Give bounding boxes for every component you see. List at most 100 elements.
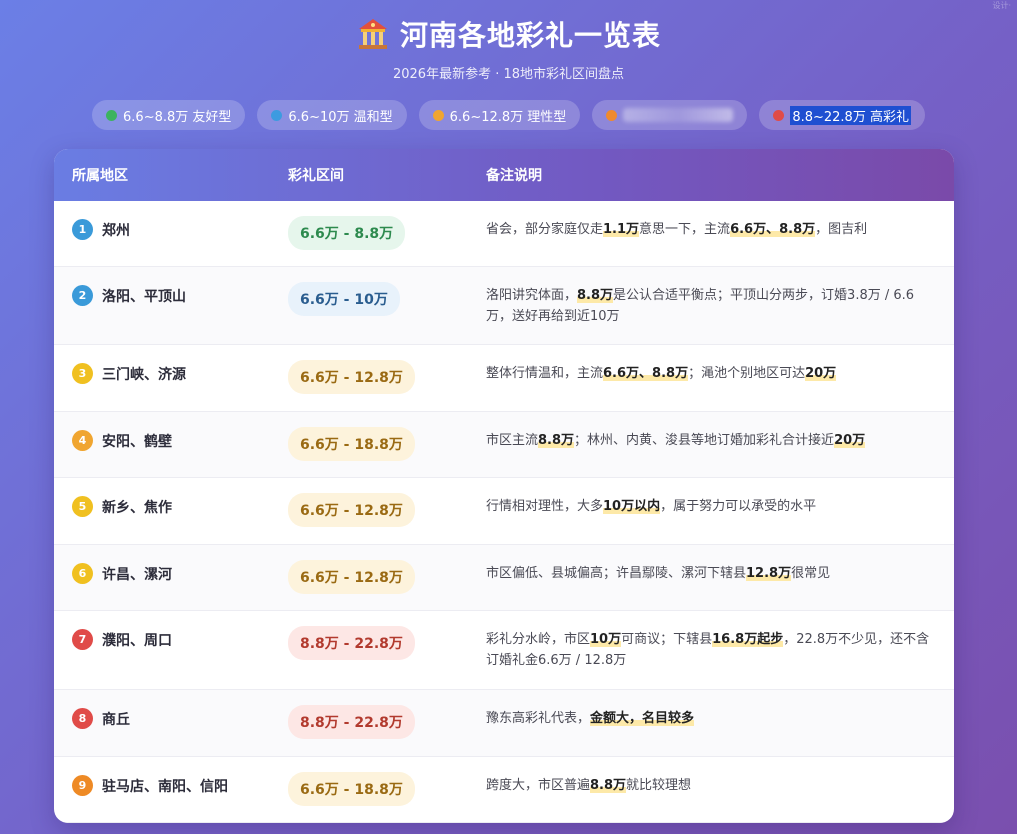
- legend: 6.6~8.8万 友好型 6.6~10万 温和型 6.6~12.8万 理性型 8.8~…: [0, 100, 1017, 130]
- note-highlight: 6.6万、8.8万: [603, 366, 689, 381]
- row-number-badge: 5: [72, 496, 93, 517]
- range-cell: 6.6万 - 8.8万: [270, 201, 468, 250]
- legend-item: 6.6~12.8万 理性型: [418, 100, 581, 130]
- range-badge: 6.6万 - 12.8万: [288, 360, 415, 394]
- page-title-row: 河南各地彩礼一览表: [356, 14, 661, 54]
- table-row: 7 濮阳、周口 8.8万 - 22.8万 彩礼分水岭，市区10万可商议；下辖县16.8…: [54, 611, 954, 690]
- note-text: 彩礼分水岭，市区10万可商议；下辖县16.8万起步，22.8万不少见，还不含订婚…: [486, 629, 936, 671]
- region-name: 新乡、焦作: [102, 499, 172, 516]
- note-cell: 豫东高彩礼代表，金额大，名目较多: [468, 690, 954, 729]
- region-cell: 7 濮阳、周口: [54, 611, 270, 650]
- note-cell: 市区偏低、县城偏高；许昌鄢陵、漯河下辖县12.8万很常见: [468, 545, 954, 584]
- region: 1 郑州: [72, 219, 270, 240]
- table-row: 1 郑州 6.6万 - 8.8万 省会，部分家庭仅走1.1万意思一下，主流6.6万、8…: [54, 201, 954, 267]
- note-segment: 省会，部分家庭仅走: [486, 222, 604, 237]
- region: 7 濮阳、周口: [72, 629, 270, 650]
- note-highlight: 8.8万: [590, 778, 627, 793]
- region: 9 驻马店、南阳、信阳: [72, 775, 270, 796]
- table-header: 所属地区 彩礼区间 备注说明: [54, 149, 954, 201]
- note-cell: 行情相对理性，大多10万以内，属于努力可以承受的水平: [468, 478, 954, 517]
- row-number-badge: 1: [72, 219, 93, 240]
- note-segment: 很常见: [791, 566, 831, 581]
- note-cell: 跨度大，市区普遍8.8万就比较理想: [468, 757, 954, 796]
- note-highlight: 6.6万、8.8万: [730, 222, 816, 237]
- note-highlight: 20万: [805, 366, 837, 381]
- note-segment: 豫东高彩礼代表，: [486, 711, 591, 726]
- row-number-badge: 4: [72, 430, 93, 451]
- table-row: 8 商丘 8.8万 - 22.8万 豫东高彩礼代表，金额大，名目较多: [54, 690, 954, 757]
- note-highlight: 10万以内: [603, 499, 661, 514]
- range-cell: 6.6万 - 10万: [270, 267, 468, 316]
- note-highlight: 金额大，名目较多: [590, 711, 695, 726]
- page-header: 河南各地彩礼一览表 2026年最新参考 · 18地市彩礼区间盘点: [0, 0, 1017, 82]
- note-segment: 行情相对理性，大多: [486, 499, 604, 514]
- note-highlight: 16.8万起步: [712, 632, 784, 647]
- region-name: 安阳、鹤壁: [102, 433, 172, 450]
- note-highlight: 8.8万: [577, 288, 614, 303]
- legend-dot-icon: [606, 109, 618, 121]
- note-segment: ；渑池个别地区可达: [688, 366, 806, 381]
- row-number-badge: 3: [72, 363, 93, 384]
- range-badge: 6.6万 - 18.8万: [288, 772, 415, 806]
- range-badge: 6.6万 - 12.8万: [288, 560, 415, 594]
- legend-item: 6.6~10万 温和型: [257, 100, 407, 130]
- region-name: 濮阳、周口: [102, 632, 172, 649]
- region-name: 驻马店、南阳、信阳: [102, 778, 228, 795]
- legend-label: 6.6~12.8万 理性型: [449, 109, 567, 125]
- note-text: 行情相对理性，大多10万以内，属于努力可以承受的水平: [486, 496, 936, 517]
- note-highlight: 8.8万: [538, 433, 575, 448]
- legend-dot-icon: [773, 109, 785, 121]
- region: 4 安阳、鹤壁: [72, 430, 270, 451]
- note-segment: 整体行情温和，主流: [486, 366, 604, 381]
- legend-label: [623, 108, 734, 122]
- note-segment: 市区偏低、县城偏高；许昌鄢陵、漯河下辖县: [486, 566, 747, 581]
- note-segment: 跨度大，市区普遍: [486, 778, 591, 793]
- legend-label: 8.8~22.8万 高彩礼: [790, 105, 911, 125]
- table-body: 1 郑州 6.6万 - 8.8万 省会，部分家庭仅走1.1万意思一下，主流6.6万、8…: [54, 201, 954, 823]
- note-text: 市区偏低、县城偏高；许昌鄢陵、漯河下辖县12.8万很常见: [486, 563, 936, 584]
- table-row: 9 驻马店、南阳、信阳 6.6万 - 18.8万 跨度大，市区普遍8.8万就比较理想: [54, 757, 954, 823]
- range-cell: 6.6万 - 18.8万: [270, 757, 468, 806]
- note-highlight: 20万: [834, 433, 866, 448]
- range-cell: 6.6万 - 12.8万: [270, 545, 468, 594]
- region-name: 三门峡、济源: [102, 366, 186, 383]
- range-cell: 6.6万 - 12.8万: [270, 478, 468, 527]
- legend-item: [592, 100, 748, 130]
- table-row: 4 安阳、鹤壁 6.6万 - 18.8万 市区主流8.8万；林州、内黄、浚县等地订婚加…: [54, 412, 954, 478]
- note-cell: 整体行情温和，主流6.6万、8.8万；渑池个别地区可达20万: [468, 345, 954, 384]
- region-cell: 9 驻马店、南阳、信阳: [54, 757, 270, 796]
- region-name: 洛阳、平顶山: [102, 288, 186, 305]
- note-segment: 就比较理想: [626, 778, 692, 793]
- range-cell: 6.6万 - 18.8万: [270, 412, 468, 461]
- header-note: 备注说明: [486, 168, 542, 184]
- legend-item: 8.8~22.8万 高彩礼: [759, 100, 925, 130]
- note-text: 跨度大，市区普遍8.8万就比较理想: [486, 775, 936, 796]
- range-cell: 8.8万 - 22.8万: [270, 690, 468, 739]
- note-segment: 彩礼分水岭，市区: [486, 632, 591, 647]
- region: 3 三门峡、济源: [72, 363, 270, 384]
- note-cell: 省会，部分家庭仅走1.1万意思一下，主流6.6万、8.8万，图吉利: [468, 201, 954, 240]
- row-number-badge: 7: [72, 629, 93, 650]
- legend-dot-icon: [432, 109, 444, 121]
- table-row: 3 三门峡、济源 6.6万 - 12.8万 整体行情温和，主流6.6万、8.8万；渑池…: [54, 345, 954, 412]
- note-text: 洛阳讲究体面，8.8万是公认合适平衡点；平顶山分两步，订婚3.8万 / 6.6万…: [486, 285, 936, 327]
- header-region: 所属地区: [72, 168, 128, 184]
- region-cell: 4 安阳、鹤壁: [54, 412, 270, 451]
- region-name: 商丘: [102, 711, 130, 728]
- region-cell: 3 三门峡、济源: [54, 345, 270, 384]
- range-badge: 8.8万 - 22.8万: [288, 705, 415, 739]
- note-segment: ；林州、内黄、浚县等地订婚加彩礼合计接近: [574, 433, 835, 448]
- row-number-badge: 9: [72, 775, 93, 796]
- legend-item: 6.6~8.8万 友好型: [92, 100, 246, 130]
- header-range: 彩礼区间: [288, 168, 344, 184]
- note-segment: 可商议；下辖县: [621, 632, 713, 647]
- legend-dot-icon: [106, 109, 118, 121]
- note-segment: 意思一下，主流: [639, 222, 731, 237]
- note-text: 省会，部分家庭仅走1.1万意思一下，主流6.6万、8.8万，图吉利: [486, 219, 936, 240]
- region-cell: 5 新乡、焦作: [54, 478, 270, 517]
- note-highlight: 10万: [590, 632, 622, 647]
- note-highlight: 1.1万: [603, 222, 640, 237]
- note-text: 市区主流8.8万；林州、内黄、浚县等地订婚加彩礼合计接近20万: [486, 430, 936, 451]
- region: 8 商丘: [72, 708, 270, 729]
- range-cell: 8.8万 - 22.8万: [270, 611, 468, 660]
